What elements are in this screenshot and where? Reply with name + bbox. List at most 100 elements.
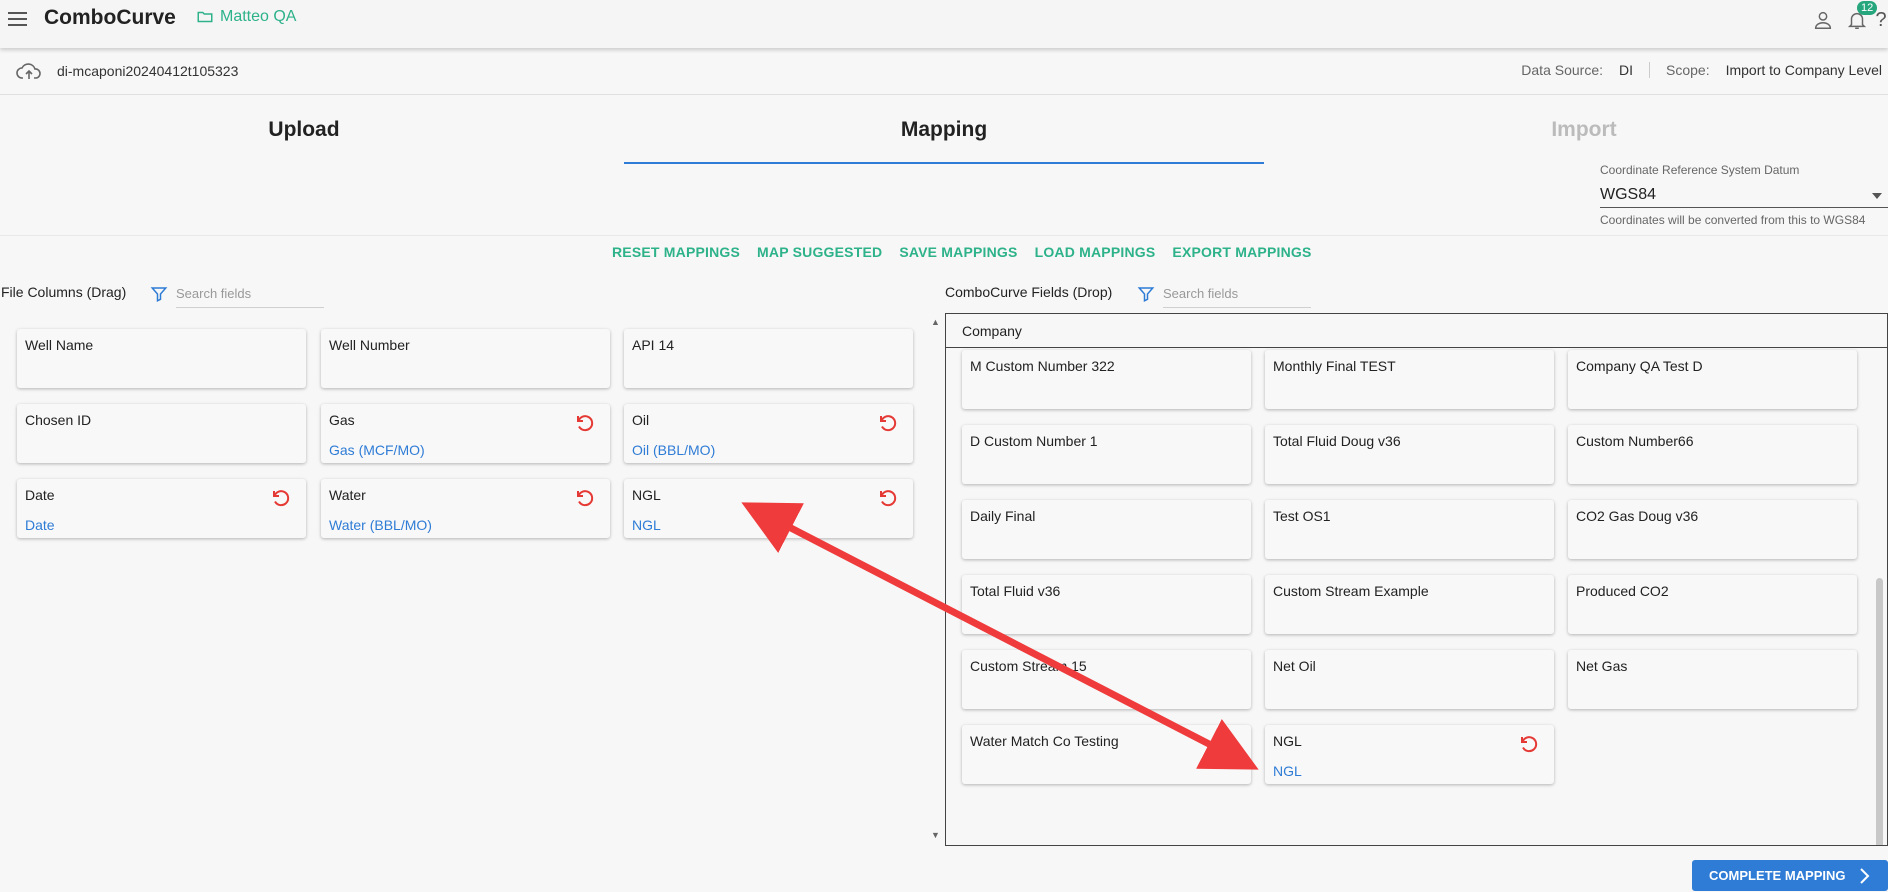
card-label: Well Number <box>329 337 410 353</box>
save-mappings-button[interactable]: SAVE MAPPINGS <box>899 244 1017 260</box>
reset-icon[interactable] <box>875 486 899 510</box>
cc-field-card[interactable]: Custom Stream Example <box>1265 575 1554 634</box>
card-label: Company QA Test D <box>1576 358 1703 374</box>
cc-field-card[interactable]: Custom Stream 15 <box>962 650 1251 709</box>
card-label: Water <box>329 487 366 503</box>
reset-icon[interactable] <box>268 486 292 510</box>
file-column-card[interactable]: Oil Oil (BBL/MO) <box>624 404 913 463</box>
brand-logo[interactable]: ComboCurve <box>44 6 176 30</box>
cc-field-card[interactable]: NGL NGL <box>1265 725 1554 784</box>
complete-mapping-button[interactable]: COMPLETE MAPPING <box>1692 860 1888 891</box>
data-source-label: Data Source: <box>1521 62 1603 78</box>
file-column-card[interactable]: Chosen ID <box>17 404 306 463</box>
reset-icon[interactable] <box>572 486 596 510</box>
card-label: API 14 <box>632 337 675 353</box>
cc-field-card[interactable]: M Custom Number 322 <box>962 350 1251 409</box>
card-label: Produced CO2 <box>1576 583 1669 599</box>
file-column-card[interactable]: Well Number <box>321 329 610 388</box>
cc-field-card[interactable]: Water Match Co Testing <box>962 725 1251 784</box>
import-info-bar: di-mcaponi20240412t105323 Data Source: D… <box>0 48 1888 95</box>
scope-label: Scope: <box>1666 62 1710 78</box>
card-label: M Custom Number 322 <box>970 358 1115 374</box>
cc-field-card[interactable]: D Custom Number 1 <box>962 425 1251 484</box>
card-label: Well Name <box>25 337 94 353</box>
file-columns-title: File Columns (Drag) <box>1 284 127 300</box>
project-link[interactable]: Matteo QA <box>196 8 296 26</box>
cc-fields-search: Search fields <box>1137 280 1311 308</box>
cc-field-card[interactable]: Total Fluid Doug v36 <box>1265 425 1554 484</box>
card-label: NGL <box>632 487 661 503</box>
import-name: di-mcaponi20240412t105323 <box>57 63 239 79</box>
step-mapping[interactable]: Mapping <box>624 118 1264 142</box>
step-upload[interactable]: Upload <box>0 118 624 142</box>
cc-field-card[interactable]: Net Gas <box>1568 650 1857 709</box>
file-column-card[interactable]: Date Date <box>17 479 306 538</box>
scroll-down-icon[interactable]: ▼ <box>931 830 940 840</box>
card-label: Gas <box>329 412 355 428</box>
file-columns-search: Search fields <box>150 280 324 308</box>
card-label: Custom Stream Example <box>1273 583 1429 599</box>
complete-mapping-label: COMPLETE MAPPING <box>1709 868 1846 883</box>
card-label: NGL <box>1273 733 1302 749</box>
menu-icon[interactable] <box>6 8 30 30</box>
map-suggested-button[interactable]: MAP SUGGESTED <box>757 244 882 260</box>
reset-icon[interactable] <box>572 411 596 435</box>
reset-icon[interactable] <box>875 411 899 435</box>
cc-field-card[interactable]: CO2 Gas Doug v36 <box>1568 500 1857 559</box>
mapping-actions: RESET MAPPINGS MAP SUGGESTED SAVE MAPPIN… <box>612 244 1312 260</box>
crs-select[interactable]: WGS84 <box>1600 183 1888 208</box>
crs-value: WGS84 <box>1600 186 1657 203</box>
filter-icon[interactable] <box>1137 285 1155 303</box>
group-header: Company <box>946 314 1887 348</box>
user-icon[interactable] <box>1806 4 1840 36</box>
mapped-field-label: Gas (MCF/MO) <box>329 442 425 458</box>
card-label: Net Oil <box>1273 658 1316 674</box>
help-icon[interactable]: ? <box>1874 4 1888 36</box>
active-step-indicator <box>624 162 1264 164</box>
cc-fields-search-input[interactable]: Search fields <box>1163 280 1311 308</box>
chevron-right-icon <box>1860 868 1870 884</box>
cc-field-card[interactable]: Total Fluid v36 <box>962 575 1251 634</box>
cc-fields-title: ComboCurve Fields (Drop) <box>945 284 1113 300</box>
file-column-card[interactable]: API 14 <box>624 329 913 388</box>
cloud-upload-icon <box>16 63 41 79</box>
card-label: Water Match Co Testing <box>970 733 1119 749</box>
cc-field-card[interactable]: Monthly Final TEST <box>1265 350 1554 409</box>
cc-fields-panel: Company M Custom Number 322 Monthly Final… <box>945 313 1888 846</box>
card-label: Monthly Final TEST <box>1273 358 1396 374</box>
divider <box>0 235 1888 236</box>
folder-icon <box>197 11 213 23</box>
card-label: Custom Stream 15 <box>970 658 1087 674</box>
cc-field-card[interactable]: Produced CO2 <box>1568 575 1857 634</box>
filter-icon[interactable] <box>150 285 168 303</box>
card-label: Date <box>25 487 55 503</box>
file-column-card[interactable]: NGL NGL <box>624 479 913 538</box>
scrollbar[interactable] <box>1876 578 1883 845</box>
file-column-card[interactable]: Well Name <box>17 329 306 388</box>
mapped-field-label: NGL <box>1273 763 1302 779</box>
cc-field-card[interactable]: Net Oil <box>1265 650 1554 709</box>
cc-field-card[interactable]: Custom Number66 <box>1568 425 1857 484</box>
file-columns-search-input[interactable]: Search fields <box>176 280 324 308</box>
crs-label: Coordinate Reference System Datum <box>1600 163 1800 177</box>
card-label: Total Fluid Doug v36 <box>1273 433 1401 449</box>
reset-icon[interactable] <box>1516 732 1540 756</box>
export-mappings-button[interactable]: EXPORT MAPPINGS <box>1172 244 1311 260</box>
cc-field-card[interactable]: Company QA Test D <box>1568 350 1857 409</box>
file-column-card[interactable]: Gas Gas (MCF/MO) <box>321 404 610 463</box>
card-label: Chosen ID <box>25 412 92 428</box>
reset-mappings-button[interactable]: RESET MAPPINGS <box>612 244 740 260</box>
cc-field-card[interactable]: Daily Final <box>962 500 1251 559</box>
project-name: Matteo QA <box>220 8 297 25</box>
app-bar: ComboCurve Matteo QA 12 ? <box>0 0 1888 48</box>
scroll-up-icon[interactable]: ▲ <box>931 317 940 327</box>
file-column-card[interactable]: Water Water (BBL/MO) <box>321 479 610 538</box>
cc-field-card[interactable]: Test OS1 <box>1265 500 1554 559</box>
card-label: Oil <box>632 412 650 428</box>
scope-value: Import to Company Level <box>1725 62 1882 78</box>
divider <box>1649 62 1650 78</box>
mapped-field-label: Date <box>25 517 55 533</box>
bell-icon[interactable]: 12 <box>1840 1 1878 36</box>
load-mappings-button[interactable]: LOAD MAPPINGS <box>1035 244 1156 260</box>
crs-helper-text: Coordinates will be converted from this … <box>1600 213 1866 227</box>
